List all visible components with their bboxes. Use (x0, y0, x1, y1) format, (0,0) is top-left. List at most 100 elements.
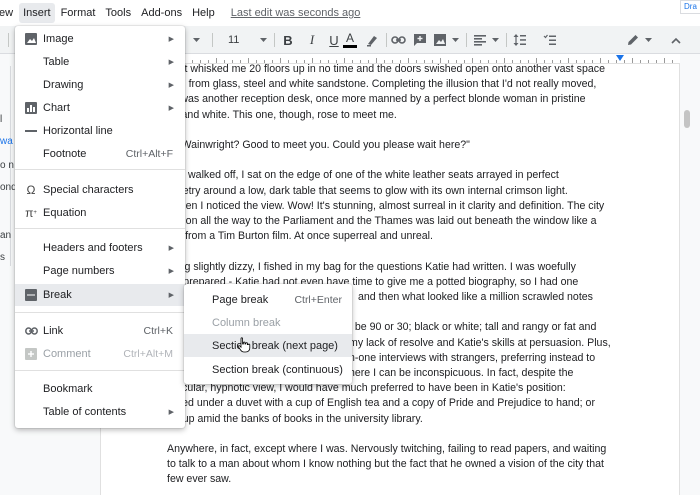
menu-item-drawing[interactable]: Drawing ▶ (15, 74, 185, 96)
highlighter-icon (367, 36, 377, 47)
align-button[interactable] (470, 30, 490, 50)
menu-item-bookmark[interactable]: Bookmark (15, 378, 185, 400)
align-left-icon (474, 35, 486, 46)
menu-item-label: Comment (43, 348, 91, 360)
outline-fragment[interactable]: an (0, 230, 11, 241)
share-button-stub[interactable]: Dra (680, 0, 700, 14)
submenu-item-shortcut: Ctrl+Enter (294, 293, 342, 306)
break-submenu: Page break Ctrl+Enter Column break Secti… (184, 284, 352, 384)
highlight-button[interactable] (362, 30, 382, 50)
menu-item-label: Headers and footers (43, 242, 143, 254)
text-color-button[interactable]: A (340, 30, 360, 50)
pi-icon: π + (25, 206, 37, 220)
menu-item-label: Special characters (43, 184, 134, 196)
menu-item-table[interactable]: Table ▶ (15, 51, 185, 73)
document-line: to talk to a man about whom I know nothi… (167, 458, 604, 471)
menu-add-ons[interactable]: Add-ons (137, 3, 186, 23)
menu-item-label: Footnote (43, 148, 87, 160)
menu-help[interactable]: Help (188, 3, 219, 23)
submenu-item-column-break: Column break (184, 311, 352, 334)
last-edit-link[interactable]: Last edit was seconds ago (231, 7, 361, 19)
insert-link-button[interactable] (388, 30, 408, 50)
insert-image-button[interactable] (430, 30, 450, 50)
menu-item-label: Table of contents (43, 406, 127, 418)
submenu-item-section-break-continuous[interactable]: Section break (continuous) (184, 358, 352, 381)
menu-item-link[interactable]: Link Ctrl+K (15, 320, 185, 342)
list-button[interactable] (540, 30, 560, 50)
align-dropdown-arrow[interactable] (488, 30, 502, 50)
toolbar-separator (386, 33, 387, 47)
insert-menu: Image ▶ Table ▶ Drawing ▶ Chart ▶ Horizo… (15, 26, 185, 428)
submenu-arrow-icon: ▶ (168, 268, 174, 275)
menu-item-page-numbers[interactable]: Page numbers ▶ (15, 260, 185, 282)
menu-item-label: Horizontal line (43, 125, 113, 137)
editing-mode-button[interactable] (622, 30, 644, 50)
omega-icon: Ω (26, 183, 36, 197)
submenu-arrow-icon: ▶ (168, 105, 174, 112)
document-line: del from a Tim Burton film. At once supe… (168, 230, 433, 243)
menu-item-break[interactable]: Break ▶ (15, 284, 185, 306)
insert-comment-button[interactable] (410, 30, 430, 50)
text-color-swatch (343, 45, 357, 48)
submenu-item-page-break[interactable]: Page break Ctrl+Enter (184, 288, 352, 311)
menu-insert[interactable]: Insert (19, 3, 55, 23)
submenu-item-label: Page break (212, 293, 269, 306)
submenu-arrow-icon: ▶ (168, 292, 174, 299)
menu-tools[interactable]: Tools (101, 3, 135, 23)
submenu-arrow-icon: ▶ (168, 82, 174, 89)
ruler-tick (624, 60, 625, 63)
menu-item-horizontal-line[interactable]: Horizontal line (15, 120, 185, 142)
submenu-item-label: Column break (212, 316, 281, 329)
ruler-tick (672, 60, 673, 63)
menu-format[interactable]: Format (57, 3, 100, 23)
right-indent-marker[interactable] (616, 55, 624, 61)
ruler-tick (640, 60, 641, 63)
menu-item-shortcut: Ctrl+Alt+F (125, 148, 173, 160)
image-dropdown-arrow[interactable] (448, 30, 462, 50)
menu-item-chart[interactable]: Chart ▶ (15, 97, 185, 119)
editing-mode-arrow[interactable] (642, 30, 654, 50)
toolbar-separator (506, 33, 507, 47)
document-line: d then I noticed the view. Wow! It's stu… (168, 199, 605, 212)
toolbar-separator (466, 33, 467, 47)
horizontal-line-icon (24, 124, 38, 138)
text-color-letter: A (345, 31, 354, 45)
menu-item-shortcut: Ctrl+K (143, 325, 173, 337)
bold-button[interactable]: B (278, 30, 298, 50)
menu-item-headers-footers[interactable]: Headers and footers ▶ (15, 237, 185, 259)
submenu-arrow-icon: ▶ (168, 245, 174, 252)
collapse-toolbar-button[interactable] (666, 30, 686, 50)
line-spacing-button[interactable] (510, 30, 530, 50)
link-icon (390, 36, 406, 44)
document-line: e lift whisked me 20 floors up in no tim… (168, 63, 605, 75)
menu-separator (15, 312, 185, 313)
toolbar-separator (212, 33, 213, 47)
chevron-down-icon (451, 37, 459, 42)
outline-fragment[interactable]: wa (0, 136, 13, 147)
document-line: nmetry around a low, dark table that see… (168, 184, 568, 197)
menu-item-image[interactable]: Image ▶ (15, 28, 185, 50)
menu-view[interactable]: ew (0, 3, 17, 23)
document-line: re was another reception desk, once more… (168, 93, 586, 106)
style-dropdown-arrow[interactable] (186, 30, 206, 50)
scrollbar-thumb[interactable] (684, 110, 690, 128)
menu-item-special-characters[interactable]: Ω Special characters (15, 179, 185, 201)
menu-item-footnote[interactable]: Footnote Ctrl+Alt+F (15, 143, 185, 165)
pencil-icon (628, 35, 638, 45)
document-line: t be 90 or 30; black or white; tall and … (349, 321, 597, 334)
outline-fragment[interactable]: o n (0, 160, 14, 171)
outline-fragment[interactable]: s (0, 252, 5, 263)
scrollbar-track[interactable] (682, 64, 692, 495)
document-line: my lack of resolve and Katie's skills at… (349, 336, 611, 349)
toolbar-separator (274, 33, 275, 47)
document-line: fted from glass, steel and white sandsto… (168, 78, 597, 91)
document-line: she walked off, I sat on the edge of one… (168, 169, 559, 182)
menu-item-label: Image (43, 33, 74, 45)
italic-button[interactable]: I (302, 30, 322, 50)
break-icon (24, 288, 38, 302)
menu-item-table-of-contents[interactable]: Table of contents ▶ (15, 401, 185, 423)
outline-fragment[interactable]: l (0, 114, 2, 125)
menu-item-equation[interactable]: π + Equation (15, 202, 185, 224)
font-size-arrow[interactable] (256, 30, 270, 50)
submenu-item-section-break-next-page[interactable]: Section break (next page) (184, 334, 352, 357)
